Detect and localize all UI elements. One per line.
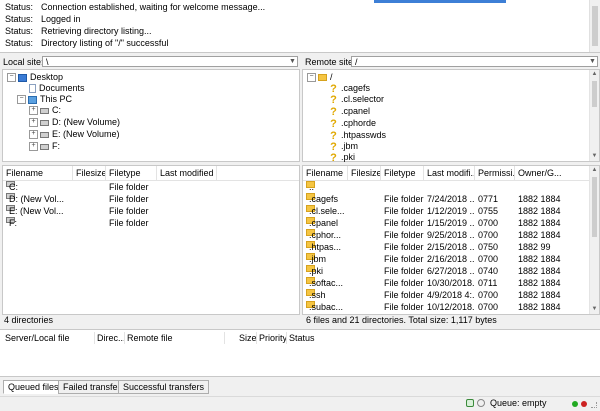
resize-grip-icon[interactable] xyxy=(591,402,597,408)
column-filesize[interactable]: Filesize xyxy=(73,166,106,180)
table-row[interactable]: .jbm File folder 2/16/2018 ... 0700 1882 188… xyxy=(303,253,599,265)
remote-site-bar: Remote site: / ▼ xyxy=(302,55,600,69)
scroll-up-icon[interactable]: ▲ xyxy=(590,166,599,175)
remote-directory-tree[interactable]: − / ? .cagefs ? .cl.selector ? .cpanel ? .cph… xyxy=(302,69,600,163)
unknown-folder-icon: ? xyxy=(330,105,337,118)
table-row[interactable]: .cpanel File folder 1/15/2019 ... 0700 1882 … xyxy=(303,217,599,229)
collapse-icon[interactable]: − xyxy=(17,95,26,105)
table-row[interactable]: .cagefs File folder 7/24/2018 ... 0771 1882 … xyxy=(303,193,599,205)
unknown-folder-icon: ? xyxy=(330,82,337,95)
toolbar-highlight xyxy=(374,0,506,3)
tree-node-cl-selector[interactable]: ? .cl.selector xyxy=(329,93,384,105)
column-filename[interactable]: Filename xyxy=(303,166,348,180)
table-row[interactable]: .cphor... File folder 9/25/2018 ... 0700 188… xyxy=(303,229,599,241)
tree-node-f[interactable]: + F: xyxy=(29,140,60,152)
remote-file-list[interactable]: Filename Filesize Filetype Last modifi..… xyxy=(302,165,600,315)
collapse-icon[interactable]: − xyxy=(307,73,316,83)
expand-icon[interactable]: + xyxy=(29,142,38,152)
column-server-local-file[interactable]: Server/Local file xyxy=(5,332,70,344)
drive-icon xyxy=(40,131,49,138)
column-last-modified[interactable]: Last modified xyxy=(157,166,217,180)
remote-status: 6 files and 21 directories. Total size: … xyxy=(302,315,600,326)
table-row[interactable]: .ssh File folder 4/9/2018 4:... 0700 1882 18… xyxy=(303,289,599,301)
column-status[interactable]: Status xyxy=(289,332,315,344)
unknown-folder-icon: ? xyxy=(330,129,337,142)
tree-node-e[interactable]: + E: (New Volume) xyxy=(29,128,120,140)
log-line: Status: Connection established, waiting f… xyxy=(5,2,266,12)
tree-node-cpanel[interactable]: ? .cpanel xyxy=(329,105,370,117)
log-line: Status: Directory listing of "/" successf… xyxy=(5,38,169,48)
remote-file-list-header: Filename Filesize Filetype Last modifi..… xyxy=(303,166,599,181)
table-row[interactable]: .softac... File folder 10/30/2018... 0711 18… xyxy=(303,277,599,289)
local-file-list-header: Filename Filesize Filetype Last modified xyxy=(3,166,299,181)
folder-icon xyxy=(318,74,327,82)
led-red-icon xyxy=(581,401,587,407)
led-green-icon xyxy=(572,401,578,407)
drive-icon xyxy=(40,143,49,150)
unknown-folder-icon: ? xyxy=(330,151,337,164)
column-remote-file[interactable]: Remote file xyxy=(127,332,173,344)
drive-icon xyxy=(40,119,49,126)
scroll-up-icon[interactable]: ▲ xyxy=(590,70,599,79)
column-filesize[interactable]: Filesize xyxy=(348,166,381,180)
message-log[interactable]: Status: Connection established, waiting f… xyxy=(0,0,600,53)
local-directory-tree[interactable]: − Desktop Documents − This PC + C: + D: (New… xyxy=(2,69,300,162)
chevron-down-icon[interactable]: ▼ xyxy=(288,56,297,67)
local-status: 4 directories xyxy=(0,315,300,326)
table-row[interactable]: F: File folder xyxy=(3,217,299,229)
transfer-queue[interactable]: Server/Local file Direc... Remote file S… xyxy=(0,329,600,377)
local-file-list[interactable]: Filename Filesize Filetype Last modified… xyxy=(2,165,300,315)
column-filetype[interactable]: Filetype xyxy=(381,166,424,180)
documents-icon xyxy=(29,84,36,94)
remote-site-path-input[interactable]: / xyxy=(351,56,598,67)
local-site-path-input[interactable]: \ xyxy=(42,56,298,67)
column-direction[interactable]: Direc... xyxy=(97,332,126,344)
tree-node-d[interactable]: + D: (New Volume) xyxy=(29,116,120,128)
log-line: Status: Logged in xyxy=(5,14,81,24)
remote-list-scrollbar[interactable]: ▲ ▼ xyxy=(589,166,599,314)
expand-icon[interactable]: + xyxy=(29,130,38,140)
expand-icon[interactable]: + xyxy=(29,106,38,116)
chevron-down-icon[interactable]: ▼ xyxy=(588,56,597,67)
remote-site-label: Remote site: xyxy=(305,57,356,67)
unknown-folder-icon: ? xyxy=(330,117,337,130)
column-owner-group[interactable]: Owner/G... xyxy=(515,166,590,180)
expand-icon[interactable]: + xyxy=(29,118,38,128)
collapse-icon[interactable]: − xyxy=(7,73,16,83)
column-filetype[interactable]: Filetype xyxy=(106,166,157,180)
unknown-folder-icon: ? xyxy=(330,93,337,106)
column-last-modified[interactable]: Last modifi... xyxy=(424,166,475,180)
tab-queued-files[interactable]: Queued files xyxy=(3,380,64,394)
column-size[interactable]: Size xyxy=(239,332,257,344)
table-row[interactable]: .subac... File folder 10/12/2018... 0700 188… xyxy=(303,301,599,313)
table-row[interactable]: C: File folder xyxy=(3,181,299,193)
log-scrollbar[interactable] xyxy=(589,0,600,52)
local-site-bar: Local site: \ ▼ xyxy=(0,55,300,69)
unknown-folder-icon: ? xyxy=(330,140,337,153)
tree-node-pki[interactable]: ? .pki xyxy=(329,151,355,163)
desktop-icon xyxy=(18,73,27,82)
column-filename[interactable]: Filename xyxy=(3,166,73,180)
table-row[interactable]: .htpas... File folder 2/15/2018 ... 0750 188… xyxy=(303,241,599,253)
table-row[interactable]: E: (New Vol... File folder xyxy=(3,205,299,217)
log-line: Status: Retrieving directory listing... xyxy=(5,26,152,36)
table-row[interactable]: .pki File folder 6/27/2018 ... 0740 1882 188… xyxy=(303,265,599,277)
drive-icon xyxy=(40,107,49,114)
settings-gear-icon[interactable] xyxy=(466,399,474,407)
tree-node-cphorde[interactable]: ? .cphorde xyxy=(329,117,376,129)
tree-node-c[interactable]: + C: xyxy=(29,104,61,116)
column-priority[interactable]: Priority xyxy=(259,332,287,344)
local-site-label: Local site: xyxy=(3,57,44,67)
scroll-down-icon[interactable]: ▼ xyxy=(590,305,599,314)
computer-icon xyxy=(28,95,37,104)
table-row[interactable]: .. xyxy=(303,181,599,193)
scroll-down-icon[interactable]: ▼ xyxy=(590,152,599,161)
table-row[interactable]: D: (New Vol... File folder xyxy=(3,193,299,205)
tab-successful-transfers[interactable]: Successful transfers xyxy=(118,380,210,394)
remote-tree-scrollbar[interactable]: ▲ ▼ xyxy=(589,70,599,161)
speed-limit-icon[interactable] xyxy=(477,399,485,407)
column-permissions[interactable]: Permissi... xyxy=(475,166,515,180)
table-row[interactable]: .cl.sele... File folder 1/12/2019 ... 0755 1… xyxy=(303,205,599,217)
queue-status: Queue: empty xyxy=(490,398,547,408)
